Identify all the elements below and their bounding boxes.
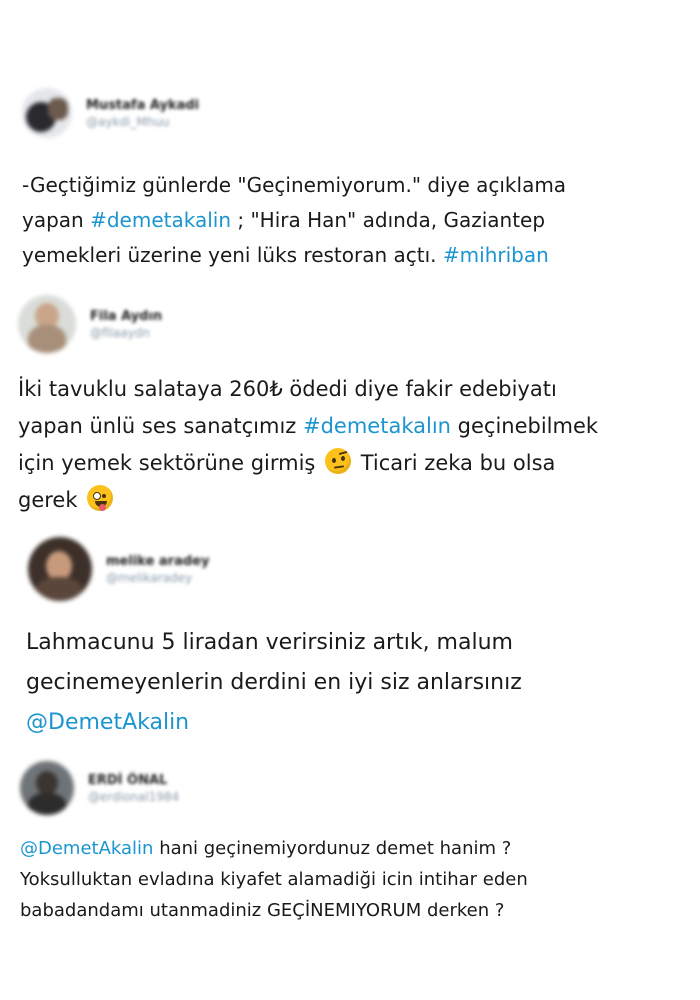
tweet-text-segment: Ticari zeka bu olsa (354, 451, 556, 475)
tweet-text-segment: babadandamı utanmadiniz GEÇİNEMIYORUM de… (20, 900, 505, 921)
user-handle[interactable]: @aykdi_Mhuu (86, 114, 199, 130)
tweet-text-segment: için yemek sektörüne girmiş (18, 451, 323, 475)
user-names: ERDİ ÖNAL @erdional1984 (88, 772, 179, 805)
tweet-header: ERDİ ÖNAL @erdional1984 (20, 761, 179, 815)
hashtag-link[interactable]: #demetakalin (90, 208, 231, 232)
tweet-text: İki tavuklu salataya 260₺ ödedi diye fak… (18, 371, 598, 519)
user-display-name[interactable]: ERDİ ÖNAL (88, 772, 179, 789)
tweet-header: Mustafa Aykadi @aykdi_Mhuu (22, 88, 199, 138)
tweet-text-segment: -Geçtiğimiz günlerde "Geçinemiyorum." di… (22, 173, 567, 197)
tweet-card: melike aradey @melikaradey Lahmacunu 5 l… (0, 535, 700, 757)
tweet-text-line: için yemek sektörüne girmiş Ticari zeka … (18, 445, 598, 482)
tweet-text: -Geçtiğimiz günlerde "Geçinemiyorum." di… (22, 168, 566, 273)
user-names: melike aradey @melikaradey (106, 553, 209, 586)
user-handle[interactable]: @filaaydn (90, 325, 162, 341)
tweet-text-segment: ; "Hira Han" adında, Gaziantep (231, 208, 546, 232)
tweet-text: @DemetAkalin hani geçinemiyordunuz demet… (20, 833, 528, 926)
tweet-text-line: yemekleri üzerine yeni lüks restoran açt… (22, 238, 566, 273)
mention-link[interactable]: @DemetAkalin (20, 838, 153, 859)
tweet-text-line: @DemetAkalin hani geçinemiyordunuz demet… (20, 833, 528, 864)
tweet-text-segment: İki tavuklu salataya 260₺ ödedi diye fak… (18, 377, 557, 401)
tweet-text-segment: yapan (22, 208, 91, 232)
tweet-card: Mustafa Aykadi @aykdi_Mhuu -Geçtiğimiz g… (0, 0, 700, 280)
hashtag-link[interactable]: #demetakalın (303, 414, 451, 438)
tweet-text-segment: geçinebilmek (450, 414, 599, 438)
avatar[interactable] (18, 295, 76, 353)
user-names: Fila Aydın @filaaydn (90, 308, 162, 341)
tweet-text-line: -Geçtiğimiz günlerde "Geçinemiyorum." di… (22, 168, 566, 203)
tweet-card: Fila Aydın @filaaydn İki tavuklu salatay… (0, 280, 700, 535)
tweet-text-segment: gecinemeyenlerin derdini en iyi siz anla… (26, 670, 522, 695)
raised-eyebrow-face-icon (325, 448, 352, 474)
tweet-header: melike aradey @melikaradey (28, 537, 209, 601)
tweet-text-segment: Lahmacunu 5 liradan verirsiniz artık, ma… (26, 630, 513, 655)
tweet-text-line: Lahmacunu 5 liradan verirsiniz artık, ma… (26, 623, 522, 663)
tweet-text-segment: hani geçinemiyordunuz demet hanim ? (153, 838, 512, 859)
user-handle[interactable]: @erdional1984 (88, 789, 179, 805)
avatar[interactable] (20, 761, 74, 815)
tweet-text-segment: yapan ünlü ses sanatçımız (18, 414, 303, 438)
tweet-text-line: @DemetAkalin (26, 703, 522, 743)
tweet-text-segment: gerek (18, 488, 85, 512)
mention-link[interactable]: @DemetAkalin (26, 710, 189, 735)
avatar[interactable] (22, 88, 72, 138)
tweet-text-line: yapan ünlü ses sanatçımız #demetakalın g… (18, 408, 598, 445)
tweet-text-line: Yoksulluktan evladına kiyafet alamadiği … (20, 864, 528, 895)
hashtag-link[interactable]: #mihriban (443, 243, 549, 267)
user-display-name[interactable]: melike aradey (106, 553, 209, 570)
tweet-text-line: yapan #demetakalin ; "Hira Han" adında, … (22, 203, 566, 238)
tweet-text-segment: yemekleri üzerine yeni lüks restoran açt… (22, 243, 443, 267)
tweet-text-line: babadandamı utanmadiniz GEÇİNEMIYORUM de… (20, 895, 528, 926)
tweet-card: ERDİ ÖNAL @erdional1984 @DemetAkalin han… (0, 757, 700, 1000)
avatar[interactable] (28, 537, 92, 601)
tweet-text-line: gecinemeyenlerin derdini en iyi siz anla… (26, 663, 522, 703)
user-display-name[interactable]: Fila Aydın (90, 308, 162, 325)
tweet-text-line: gerek (18, 482, 598, 519)
tweet-text-segment: Yoksulluktan evladına kiyafet alamadiği … (20, 869, 528, 890)
tweet-text-line: İki tavuklu salataya 260₺ ödedi diye fak… (18, 371, 598, 408)
zany-face-icon (87, 485, 114, 511)
user-names: Mustafa Aykadi @aykdi_Mhuu (86, 97, 199, 130)
tweet-text: Lahmacunu 5 liradan verirsiniz artık, ma… (26, 623, 522, 743)
tweet-header: Fila Aydın @filaaydn (18, 295, 162, 353)
user-display-name[interactable]: Mustafa Aykadi (86, 97, 199, 114)
user-handle[interactable]: @melikaradey (106, 570, 209, 586)
